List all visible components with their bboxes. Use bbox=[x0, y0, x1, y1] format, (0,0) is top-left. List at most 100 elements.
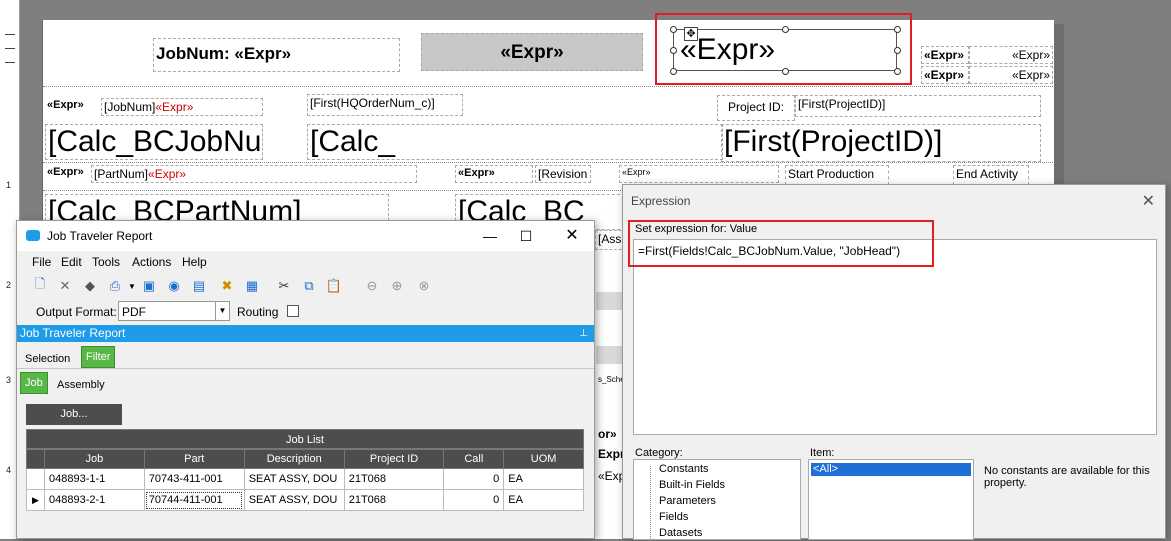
menu-actions[interactable]: Actions bbox=[132, 255, 171, 269]
menu-edit[interactable]: Edit bbox=[61, 255, 82, 269]
back-icon[interactable]: ⊖ bbox=[363, 277, 381, 295]
new-icon[interactable]: 🗋 bbox=[31, 276, 49, 295]
expr-textbox[interactable]: «Expr» bbox=[45, 165, 93, 183]
job-button[interactable]: Job... bbox=[26, 404, 122, 425]
cell-call[interactable]: 0 bbox=[443, 489, 505, 511]
hq-order-textbox[interactable]: [First(HQOrderNum_c)] bbox=[307, 94, 463, 116]
calc-project-textbox[interactable]: [First(ProjectID)] bbox=[721, 124, 1041, 162]
stop-icon[interactable]: ⊗ bbox=[415, 277, 433, 295]
tools-icon[interactable]: ✖ bbox=[218, 277, 236, 295]
calc-textbox[interactable]: [Calc_ bbox=[307, 124, 723, 160]
expr-textbox[interactable]: «Expr» bbox=[455, 165, 533, 183]
category-datasets[interactable]: Datasets bbox=[659, 527, 702, 539]
expr-textbox[interactable]: «Expr» bbox=[619, 165, 779, 183]
ruler-tick bbox=[5, 34, 15, 35]
cell-project-id[interactable]: 21T068 bbox=[343, 468, 445, 490]
ruler-tick bbox=[5, 62, 15, 63]
current-row-arrow-icon: ▶ bbox=[26, 489, 45, 511]
output-format-select[interactable]: PDF ▼ bbox=[118, 301, 230, 321]
cell-part[interactable]: 70743-411-001 bbox=[143, 468, 245, 490]
chevron-down-icon[interactable]: ▼ bbox=[123, 277, 141, 295]
subtab-job[interactable]: Job bbox=[20, 372, 48, 394]
cell-job[interactable]: 048893-1-1 bbox=[43, 468, 145, 490]
cell-uom[interactable]: EA bbox=[503, 468, 584, 490]
row-indicator-header bbox=[26, 449, 45, 469]
expr-textbox[interactable]: «Expr» bbox=[969, 46, 1053, 64]
category-tree[interactable]: Constants Built-in Fields Parameters Fie… bbox=[633, 459, 801, 541]
cell-part[interactable]: 70744-411-001 bbox=[143, 489, 245, 511]
gray-expr-textbox[interactable]: «Expr» bbox=[421, 33, 643, 71]
output-format-value: PDF bbox=[122, 305, 146, 319]
tab-selection[interactable]: Selection bbox=[21, 350, 74, 368]
menu-file[interactable]: File bbox=[32, 255, 51, 269]
chevron-down-icon[interactable]: ▼ bbox=[215, 302, 229, 320]
preview-icon[interactable]: ▣ bbox=[140, 277, 158, 295]
minimize-icon[interactable]: — bbox=[476, 225, 504, 247]
dialog-title: Expression bbox=[631, 194, 691, 208]
category-parameters[interactable]: Parameters bbox=[659, 495, 716, 507]
cell-description[interactable]: SEAT ASSY, DOU bbox=[243, 468, 345, 490]
category-constants[interactable]: Constants bbox=[659, 463, 709, 475]
category-label: Category: bbox=[635, 447, 683, 459]
column-header[interactable]: Description bbox=[243, 449, 345, 469]
category-fields[interactable]: Fields bbox=[659, 511, 688, 523]
start-production-label: Start Production bbox=[785, 165, 889, 185]
cut-icon[interactable]: ✂ bbox=[275, 277, 293, 295]
cell-call[interactable]: 0 bbox=[443, 468, 505, 490]
item-list[interactable]: <All> bbox=[808, 459, 974, 540]
menu-tools[interactable]: Tools bbox=[92, 255, 120, 269]
routing-label: Routing bbox=[237, 305, 279, 319]
column-header[interactable]: Project ID bbox=[343, 449, 445, 469]
cell-job[interactable]: 048893-2-1 bbox=[43, 489, 145, 511]
pin-icon[interactable]: ⊥ bbox=[579, 325, 588, 342]
copy-icon[interactable]: ⧉ bbox=[300, 277, 318, 295]
jobnum-textbox[interactable]: [JobNum]«Expr» bbox=[101, 98, 263, 116]
close-icon[interactable]: ✕ bbox=[1142, 191, 1155, 211]
table-row[interactable]: ▶ 048893-2-1 70744-411-001 SEAT ASSY, DO… bbox=[26, 489, 584, 511]
subtab-assembly[interactable]: Assembly bbox=[53, 376, 109, 394]
tab-strip: Selection Filter bbox=[17, 343, 594, 369]
band-separator bbox=[43, 86, 1055, 87]
expr-textbox[interactable]: «Expr» bbox=[45, 98, 97, 116]
category-builtin-fields[interactable]: Built-in Fields bbox=[659, 479, 725, 491]
ruler-number: 3 bbox=[6, 375, 12, 385]
highlight-expression bbox=[628, 220, 934, 267]
revision-textbox[interactable]: [Revision bbox=[535, 165, 591, 183]
close-icon[interactable]: ✕ bbox=[558, 225, 586, 247]
column-header[interactable]: Call bbox=[443, 449, 505, 469]
partnum-textbox[interactable]: [PartNum]«Expr» bbox=[91, 165, 417, 183]
column-header[interactable]: UOM bbox=[503, 449, 584, 469]
cell-description[interactable]: SEAT ASSY, DOU bbox=[243, 489, 345, 511]
project-id-textbox[interactable]: [First(ProjectID)] bbox=[795, 95, 1041, 117]
column-header[interactable]: Part bbox=[143, 449, 245, 469]
expr-textbox[interactable]: «Expr» bbox=[921, 46, 969, 64]
expr-textbox[interactable]: «Expr» bbox=[921, 66, 969, 84]
eraser-icon[interactable]: ◆ bbox=[81, 277, 99, 295]
cell-project-id[interactable]: 21T068 bbox=[343, 489, 445, 511]
menu-help[interactable]: Help bbox=[182, 255, 207, 269]
end-activity-label: End Activity bbox=[953, 165, 1029, 185]
export-icon[interactable]: ▦ bbox=[243, 277, 261, 295]
cell-uom[interactable]: EA bbox=[503, 489, 584, 511]
generate-icon[interactable]: ▤ bbox=[190, 277, 208, 295]
item-all[interactable]: <All> bbox=[811, 463, 971, 476]
forward-icon[interactable]: ⊕ bbox=[388, 277, 406, 295]
print-icon[interactable]: ⎙ bbox=[106, 277, 124, 295]
maximize-icon[interactable]: ☐ bbox=[512, 225, 540, 247]
schedule-icon[interactable]: ◉ bbox=[165, 277, 183, 295]
job-header-textbox[interactable]: JobNum: «Expr» bbox=[153, 38, 400, 72]
table-row[interactable]: 048893-1-1 70743-411-001 SEAT ASSY, DOU … bbox=[26, 468, 584, 490]
pane-title-text: Job Traveler Report bbox=[20, 326, 126, 340]
routing-checkbox[interactable] bbox=[287, 305, 299, 317]
calc-jobnum-textbox[interactable]: [Calc_BCJobNu bbox=[45, 124, 263, 160]
column-header[interactable]: Job bbox=[43, 449, 145, 469]
item-label: Item: bbox=[810, 447, 835, 459]
delete-icon[interactable]: ✕ bbox=[56, 277, 74, 295]
expression-editor[interactable]: =First(Fields!Calc_BCJobNum.Value, "JobH… bbox=[633, 239, 1157, 435]
pane-title: Job Traveler Report ⊥ bbox=[17, 325, 594, 342]
job-traveler-window[interactable]: Job Traveler Report — ☐ ✕ File Edit Tool… bbox=[16, 220, 595, 539]
tab-filter[interactable]: Filter bbox=[81, 346, 116, 368]
window-titlebar[interactable]: Job Traveler Report — ☐ ✕ bbox=[17, 221, 594, 251]
paste-icon[interactable]: 📋 bbox=[325, 277, 343, 295]
expr-textbox[interactable]: «Expr» bbox=[969, 66, 1053, 84]
